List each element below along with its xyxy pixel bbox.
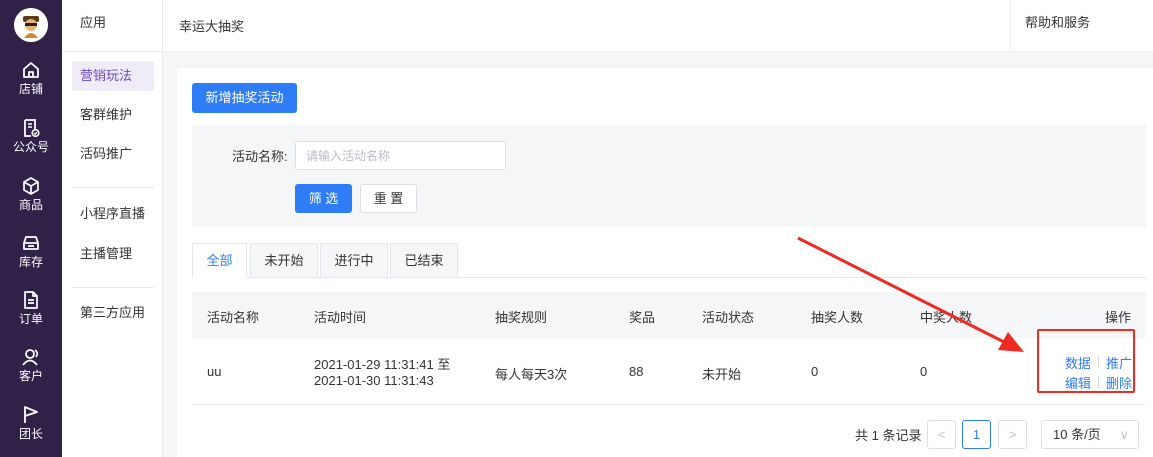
cell-draw-count: 0 bbox=[811, 364, 819, 379]
flag-icon bbox=[24, 406, 38, 423]
column-header-activity-name: 活动名称 bbox=[207, 310, 260, 325]
home-icon bbox=[23, 62, 39, 78]
customer-icon bbox=[22, 349, 39, 366]
column-header-win-count: 中奖人数 bbox=[920, 310, 973, 325]
top-bar: 幸运大抽奖 帮助和服务 bbox=[163, 0, 1153, 52]
column-header-prize: 奖品 bbox=[629, 310, 656, 325]
nav-item-orders[interactable]: 订单 bbox=[0, 290, 62, 340]
next-page-button[interactable]: > bbox=[998, 420, 1027, 449]
tab-all[interactable]: 全部 bbox=[192, 243, 247, 278]
nav-item-customers[interactable]: 客户 bbox=[0, 347, 62, 397]
submenu-item-third-party-apps[interactable]: 第三方应用 bbox=[72, 298, 154, 328]
tab-ended[interactable]: 已结束 bbox=[390, 243, 458, 278]
table-row-divider bbox=[192, 404, 1146, 405]
column-header-draw-count: 抽奖人数 bbox=[811, 310, 864, 325]
chevron-down-icon: ∨ bbox=[1119, 427, 1129, 442]
submenu-item-customer-groups[interactable]: 客群维护 bbox=[72, 100, 154, 130]
help-and-service-link[interactable]: 帮助和服务 bbox=[1010, 0, 1153, 52]
column-header-actions: 操作 bbox=[1105, 310, 1132, 325]
cell-activity-name: uu bbox=[207, 364, 222, 379]
chevron-left-icon: < bbox=[937, 427, 946, 442]
app-submenu: 应用 营销玩法 客群维护 活码推广 小程序直播 主播管理 第三方应用 bbox=[62, 0, 163, 457]
submenu-title: 应用 bbox=[62, 0, 162, 52]
avatar[interactable] bbox=[14, 8, 48, 42]
tab-not-started[interactable]: 未开始 bbox=[250, 243, 318, 278]
submenu-item-live-code[interactable]: 活码推广 bbox=[72, 139, 154, 169]
cell-win-count: 0 bbox=[920, 364, 928, 379]
nav-item-inventory[interactable]: 库存 bbox=[0, 233, 62, 283]
nav-item-label: 库存 bbox=[18, 255, 43, 269]
reset-button[interactable]: 重 置 bbox=[360, 184, 417, 213]
page-size-value: 10 条/页 bbox=[1053, 427, 1101, 442]
tab-in-progress[interactable]: 进行中 bbox=[320, 243, 388, 278]
pagination-total: 共 1 条记录 bbox=[855, 428, 922, 443]
annotation-highlight-box bbox=[1037, 329, 1135, 393]
cell-draw-rule: 每人每天3次 bbox=[495, 367, 568, 382]
column-header-draw-rule: 抽奖规则 bbox=[495, 310, 548, 325]
page-number-button[interactable]: 1 bbox=[962, 420, 991, 449]
submenu-item-anchor-management[interactable]: 主播管理 bbox=[72, 239, 154, 269]
nav-item-official-account[interactable]: 公众号 bbox=[0, 118, 62, 168]
nav-item-leader[interactable]: 团长 bbox=[0, 405, 62, 455]
official-account-icon bbox=[24, 119, 40, 138]
search-button[interactable]: 筛 选 bbox=[295, 184, 352, 213]
page-size-select[interactable]: 10 条/页 ∨ bbox=[1041, 420, 1139, 449]
submenu-item-mini-program-live[interactable]: 小程序直播 bbox=[72, 199, 154, 229]
column-header-status: 活动状态 bbox=[702, 310, 755, 325]
chevron-right-icon: > bbox=[1008, 427, 1017, 442]
nav-item-label: 商品 bbox=[18, 198, 43, 212]
nav-item-store[interactable]: 店铺 bbox=[0, 60, 62, 110]
activity-name-label: 活动名称: bbox=[232, 149, 288, 164]
submenu-item-marketing[interactable]: 营销玩法 bbox=[72, 61, 154, 91]
submenu-divider bbox=[72, 187, 154, 188]
cell-activity-time-start: 2021-01-29 11:31:41 至 bbox=[314, 357, 451, 372]
new-lottery-activity-button[interactable]: 新增抽奖活动 bbox=[192, 83, 297, 113]
activity-name-input[interactable] bbox=[295, 141, 506, 170]
inventory-icon bbox=[23, 236, 39, 250]
prev-page-button[interactable]: < bbox=[927, 420, 956, 449]
main-nav: 店铺 公众号 商品 库存 订单 客户 团长 bbox=[0, 0, 62, 457]
nav-item-label: 团长 bbox=[18, 427, 43, 441]
nav-item-products[interactable]: 商品 bbox=[0, 176, 62, 226]
product-box-icon bbox=[23, 177, 39, 195]
page-title: 幸运大抽奖 bbox=[179, 19, 245, 34]
avatar-icon bbox=[14, 8, 48, 42]
nav-item-label: 客户 bbox=[18, 369, 43, 383]
cell-status: 未开始 bbox=[702, 367, 742, 382]
cell-activity-time-end: 2021-01-30 11:31:43 bbox=[314, 373, 434, 388]
column-header-activity-time: 活动时间 bbox=[314, 310, 367, 325]
order-document-icon bbox=[24, 291, 38, 309]
nav-item-label: 公众号 bbox=[12, 140, 49, 154]
submenu-divider bbox=[72, 287, 154, 288]
nav-item-label: 订单 bbox=[18, 312, 43, 326]
cell-prize: 88 bbox=[629, 364, 644, 379]
nav-item-label: 店铺 bbox=[18, 82, 43, 96]
